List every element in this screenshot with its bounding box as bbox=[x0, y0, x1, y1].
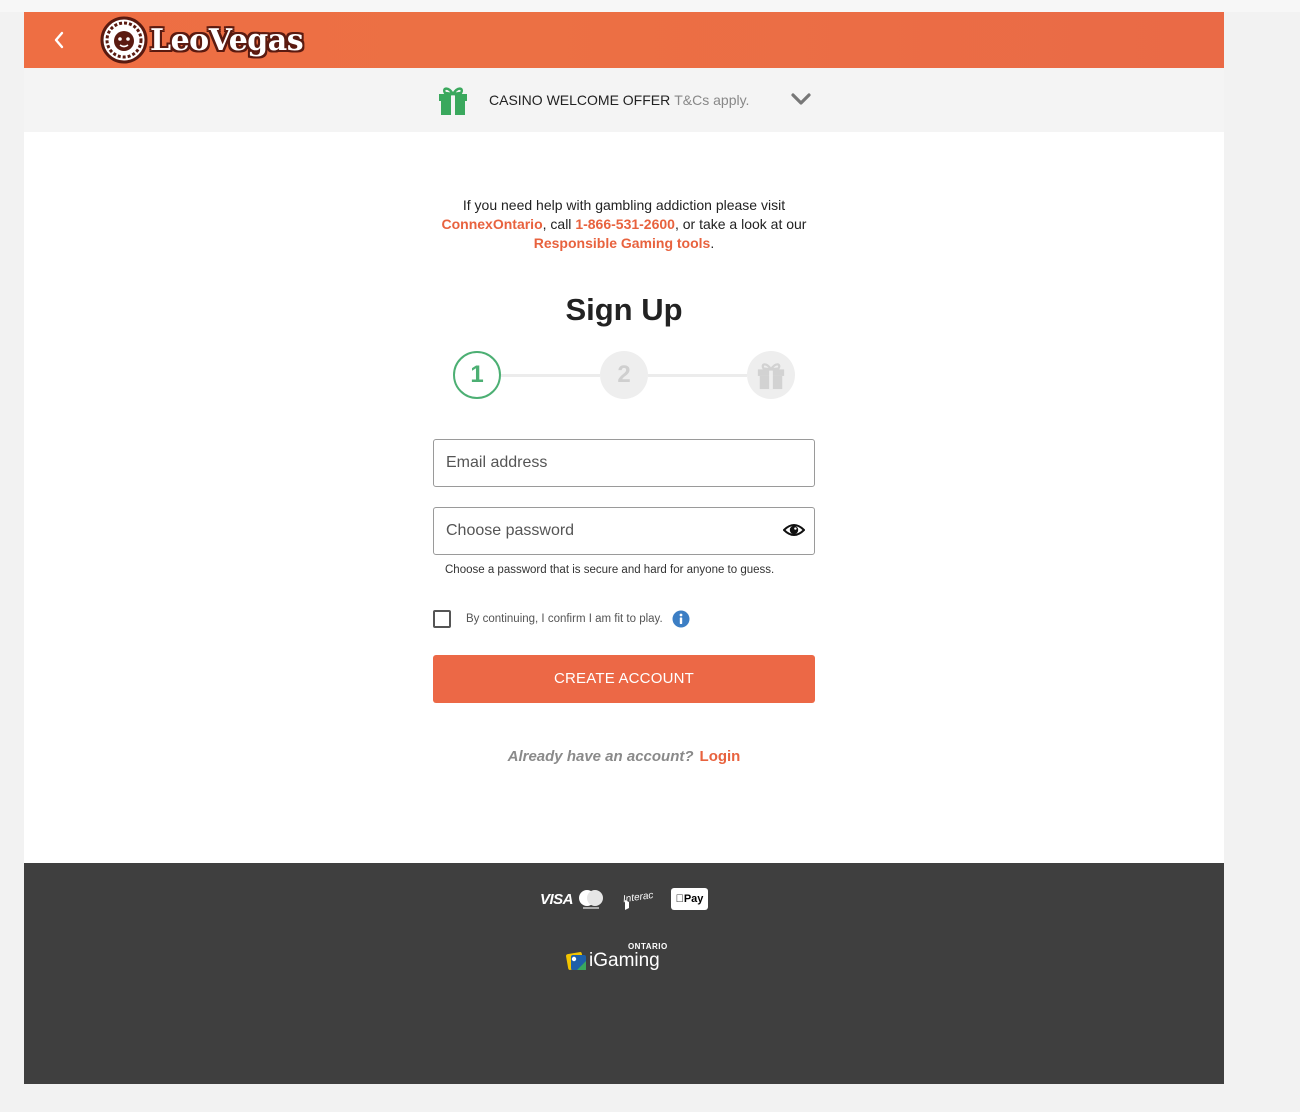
email-input[interactable] bbox=[434, 440, 814, 486]
responsible-gaming-link[interactable]: Responsible Gaming tools bbox=[534, 235, 711, 251]
lion-logo-icon bbox=[100, 16, 148, 64]
help-line1: If you need help with gambling addiction… bbox=[462, 197, 786, 213]
welcome-offer-bar[interactable]: CASINO WELCOME OFFER T&Cs apply. bbox=[24, 68, 1224, 132]
igaming-text: ONTARIO iGaming bbox=[589, 942, 667, 972]
login-link[interactable]: Login bbox=[700, 748, 741, 765]
create-account-button[interactable]: CREATE ACCOUNT bbox=[433, 655, 815, 703]
signup-stepper: 1 2 bbox=[452, 351, 798, 401]
already-have-account-text: Already have an account? bbox=[507, 748, 694, 765]
helpline-phone-link[interactable]: 1-866-531-2600 bbox=[575, 216, 675, 232]
step-1-indicator: 1 bbox=[453, 351, 501, 399]
step-2-indicator: 2 bbox=[600, 351, 648, 399]
help-text-end: . bbox=[710, 235, 715, 251]
password-field[interactable] bbox=[433, 507, 815, 555]
header-bar: LeoVegas bbox=[24, 12, 1224, 68]
chevron-down-icon[interactable] bbox=[790, 90, 812, 108]
brand-name: LeoVegas bbox=[150, 22, 304, 58]
stepper-line bbox=[501, 374, 600, 377]
fit-to-play-row: By continuing, I confirm I am fit to pla… bbox=[433, 608, 690, 630]
password-input[interactable] bbox=[434, 508, 814, 554]
connexontario-link[interactable]: ConnexOntario bbox=[442, 216, 543, 232]
igaming-badge-icon bbox=[566, 952, 586, 970]
eye-icon[interactable] bbox=[783, 521, 805, 539]
brand-logo[interactable]: LeoVegas bbox=[100, 16, 304, 64]
page-title: Sign Up bbox=[565, 292, 683, 327]
apple-icon:  bbox=[676, 893, 684, 905]
applepay-label: Pay bbox=[679, 893, 704, 905]
help-text-call: , call bbox=[542, 216, 576, 232]
offer-text: CASINO WELCOME OFFER T&Cs apply. bbox=[489, 92, 749, 108]
back-button[interactable] bbox=[46, 26, 72, 54]
igaming-name: iGaming bbox=[589, 950, 660, 971]
fit-to-play-label: By continuing, I confirm I am fit to pla… bbox=[466, 613, 663, 625]
page-frame: LeoVegas CASINO WELCOME OFFER T&Cs apply.… bbox=[24, 12, 1224, 1084]
mastercard-icon bbox=[579, 890, 604, 909]
interac-icon: Interac bbox=[622, 890, 654, 910]
chevron-left-icon bbox=[54, 31, 64, 49]
stepper-line bbox=[648, 374, 747, 377]
igaming-ontario-logo: ONTARIO iGaming bbox=[566, 936, 667, 972]
fit-to-play-checkbox[interactable] bbox=[433, 610, 451, 628]
gambling-help-notice: If you need help with gambling addiction… bbox=[324, 196, 924, 253]
visa-logo: VISA bbox=[540, 890, 574, 908]
applepay-logo: Pay bbox=[671, 888, 709, 910]
login-prompt: Already have an account? Login bbox=[424, 748, 824, 765]
igaming-ontario-label: ONTARIO bbox=[627, 942, 668, 951]
help-text-look: , or take a look at our bbox=[674, 216, 807, 232]
gift-icon bbox=[439, 87, 467, 115]
email-field[interactable] bbox=[433, 439, 815, 487]
payment-methods: VISA Interac Pay bbox=[540, 886, 709, 912]
step-reward-indicator bbox=[747, 351, 795, 399]
password-hint: Choose a password that is secure and har… bbox=[445, 564, 775, 576]
footer: VISA Interac Pay ONTARIO bbox=[24, 863, 1224, 1084]
info-icon[interactable] bbox=[672, 610, 690, 628]
browser-top-strip bbox=[0, 0, 1300, 12]
offer-terms: T&Cs apply. bbox=[674, 92, 750, 108]
gift-icon bbox=[757, 363, 785, 390]
offer-title: CASINO WELCOME OFFER bbox=[489, 92, 671, 108]
